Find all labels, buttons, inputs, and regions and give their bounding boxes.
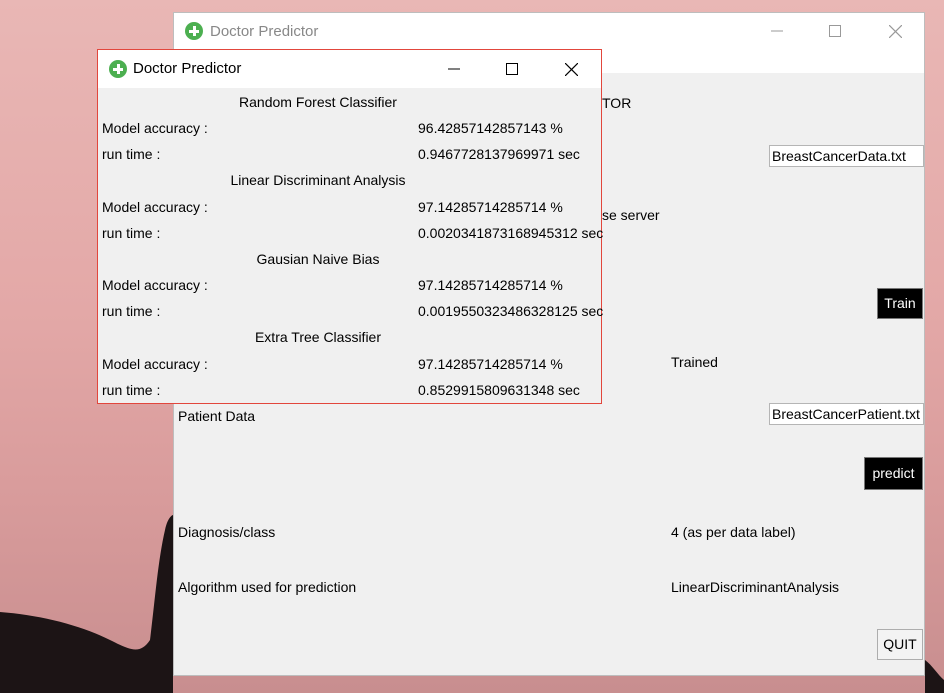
- plus-icon: [109, 60, 127, 78]
- train-status: Trained: [671, 354, 718, 370]
- runtime-value: 0.8529915809631348 sec: [418, 382, 580, 398]
- runtime-label: run time :: [102, 146, 161, 162]
- accuracy-value: 97.14285714285714 %: [418, 199, 563, 215]
- minimize-button[interactable]: [434, 54, 474, 84]
- model-name: Extra Tree Classifier: [254, 329, 382, 345]
- runtime-label: run time :: [102, 225, 161, 241]
- results-window-title: Doctor Predictor: [133, 60, 242, 77]
- accuracy-value: 97.14285714285714 %: [418, 356, 563, 372]
- runtime-label: run time :: [102, 382, 161, 398]
- diagnosis-label: Diagnosis/class: [178, 524, 276, 540]
- close-icon: [564, 62, 578, 76]
- quit-button[interactable]: QUIT: [877, 629, 923, 660]
- dataset-file-input[interactable]: BreastCancerData.txt: [769, 145, 924, 167]
- accuracy-label: Model accuracy :: [102, 199, 208, 215]
- close-icon: [888, 24, 902, 38]
- plus-icon: [185, 22, 203, 40]
- minimize-icon: [448, 68, 460, 70]
- maximize-icon: [506, 63, 518, 75]
- accuracy-label: Model accuracy :: [102, 356, 208, 372]
- main-window-title: Doctor Predictor: [210, 23, 319, 40]
- results-window: Doctor Predictor Random Forest Classifie…: [97, 49, 604, 404]
- model-name: Gausian Naive Bias: [256, 251, 380, 267]
- app-heading: TOR: [602, 95, 632, 111]
- minimize-icon: [771, 30, 783, 32]
- results-titlebar[interactable]: Doctor Predictor: [98, 50, 601, 88]
- runtime-value: 0.0020341873168945312 sec: [418, 225, 604, 241]
- patient-data-label: Patient Data: [178, 408, 256, 424]
- algorithm-value: LinearDiscriminantAnalysis: [671, 579, 840, 595]
- model-name: Random Forest Classifier: [239, 94, 397, 110]
- runtime-value: 0.0019550323486328125 sec: [418, 303, 604, 319]
- accuracy-label: Model accuracy :: [102, 120, 208, 136]
- runtime-label: run time :: [102, 303, 161, 319]
- patient-file-input[interactable]: BreastCancerPatient.txt: [769, 403, 924, 425]
- accuracy-label: Model accuracy :: [102, 277, 208, 293]
- maximize-button[interactable]: [815, 16, 855, 46]
- model-name: Linear Discriminant Analysis: [230, 172, 406, 188]
- train-button[interactable]: Train: [877, 288, 923, 319]
- diagnosis-value: 4 (as per data label): [671, 524, 796, 540]
- accuracy-value: 97.14285714285714 %: [418, 277, 563, 293]
- close-button[interactable]: [875, 16, 915, 46]
- accuracy-value: 96.42857142857143 %: [418, 120, 563, 136]
- server-label: se server: [602, 207, 660, 223]
- close-button[interactable]: [551, 54, 591, 84]
- runtime-value: 0.9467728137969971 sec: [418, 146, 580, 162]
- maximize-icon: [829, 25, 841, 37]
- maximize-button[interactable]: [492, 54, 532, 84]
- algorithm-label: Algorithm used for prediction: [178, 579, 357, 595]
- minimize-button[interactable]: [757, 16, 797, 46]
- predict-button[interactable]: predict: [864, 457, 923, 490]
